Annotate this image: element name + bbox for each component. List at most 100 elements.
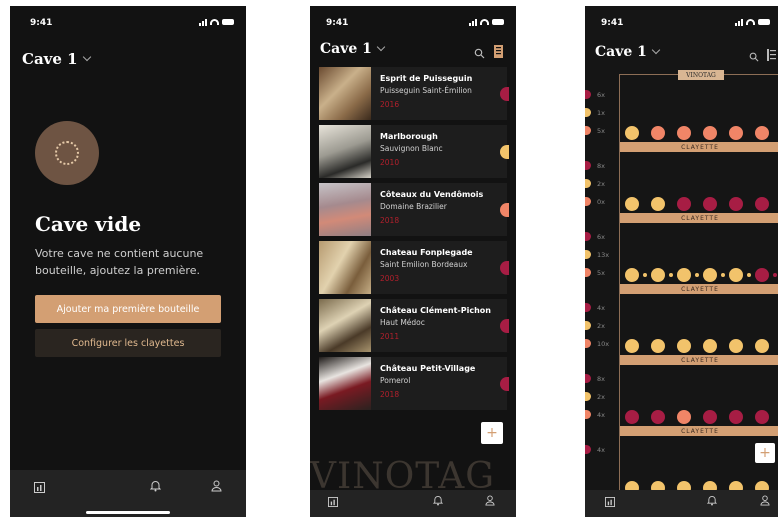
bottle-slot[interactable] (703, 197, 717, 211)
tab-notifications-bell-icon[interactable] (706, 495, 718, 509)
stock-count: 13x (597, 251, 610, 259)
wine-color-indicator (500, 261, 509, 275)
add-first-bottle-button[interactable]: Ajouter ma première bouteille (35, 295, 221, 323)
bottle-slot[interactable] (755, 410, 769, 424)
wine-row[interactable]: Château Clément-Pichon Haut Médoc 2011 (319, 299, 509, 352)
search-icon[interactable] (474, 44, 485, 63)
battery-icon (758, 19, 770, 25)
bottle-slot[interactable] (703, 268, 717, 282)
tab-cellar-icon[interactable] (328, 496, 338, 510)
bottle-slot[interactable] (703, 410, 717, 424)
bottle-slot[interactable] (677, 197, 691, 211)
bottle-slot[interactable] (625, 339, 639, 353)
wine-row[interactable]: Marlborough Sauvignon Blanc 2010 (319, 125, 509, 178)
stock-count: 8x (597, 375, 605, 383)
bottle-slot[interactable] (703, 339, 717, 353)
stock-count: 10x (597, 340, 610, 348)
stock-type-indicator (585, 374, 591, 383)
bottle-slot[interactable] (651, 339, 665, 353)
tab-profile-user-icon[interactable] (760, 495, 770, 509)
shelf-label[interactable]: CLAYETTE (620, 355, 778, 365)
bottle-slot[interactable] (651, 126, 665, 140)
wine-row[interactable]: Côteaux du Vendômois Domaine Brazilier 2… (319, 183, 509, 236)
tab-cellar-icon[interactable] (605, 496, 615, 510)
bottle-slot[interactable] (729, 268, 743, 282)
bottle-photo (319, 183, 371, 236)
wifi-icon (210, 19, 219, 25)
wine-year: 2003 (380, 274, 400, 283)
configure-shelves-button[interactable]: Configurer les clayettes (35, 329, 221, 357)
wine-year: 2018 (380, 216, 400, 225)
bottle-slot[interactable] (651, 410, 665, 424)
bottle-slot[interactable] (625, 268, 639, 282)
bottle-slot[interactable] (755, 126, 769, 140)
bottle-slot[interactable] (729, 410, 743, 424)
wine-year: 2010 (380, 158, 400, 167)
bottle-photo (319, 67, 371, 120)
stock-count: 0x (597, 198, 605, 206)
bottle-slot[interactable] (625, 126, 639, 140)
screen-rack-view: 9:41 Cave 1 VINOTAG 6x 1x 5x CLAYETTE 8x 2x 0x… (585, 6, 778, 517)
tab-notifications-bell-icon[interactable] (432, 495, 444, 509)
cellar-selector[interactable]: Cave 1 (22, 50, 91, 68)
stock-type-indicator (585, 179, 591, 188)
stock-count: 6x (597, 233, 605, 241)
add-bottle-button[interactable]: + (481, 422, 503, 444)
stock-count: 2x (597, 180, 605, 188)
stock-count: 2x (597, 322, 605, 330)
status-indicators (199, 18, 234, 26)
bottle-slot[interactable] (625, 197, 639, 211)
add-bottle-button[interactable]: + (755, 443, 775, 463)
tab-cellar-icon[interactable] (34, 482, 45, 496)
bottle-slot[interactable] (729, 126, 743, 140)
shelf-label[interactable]: CLAYETTE (620, 284, 778, 294)
rack-view-icon[interactable] (494, 43, 503, 62)
wine-year: 2018 (380, 390, 400, 399)
stock-type-indicator (585, 392, 591, 401)
bottle-slot[interactable] (755, 197, 769, 211)
search-icon[interactable] (749, 47, 759, 66)
wine-region: Haut Médoc (380, 318, 425, 327)
tab-profile-user-icon[interactable] (485, 495, 495, 509)
stock-count: 6x (597, 91, 605, 99)
cellar-selector[interactable]: Cave 1 (595, 44, 661, 60)
shelf-label[interactable]: CLAYETTE (620, 426, 778, 436)
stock-count: 5x (597, 127, 605, 135)
wine-region: Pomerol (380, 376, 411, 385)
bottle-slot[interactable] (755, 339, 769, 353)
bottle-slot[interactable] (651, 268, 665, 282)
wine-name: Côteaux du Vendômois (380, 190, 484, 199)
wine-color-indicator (500, 145, 509, 159)
shelf-label[interactable]: CLAYETTE (620, 213, 778, 223)
screen-empty-cellar: 9:41 Cave 1 Cave vide Votre cave ne cont… (10, 6, 246, 517)
bottle-slot[interactable] (625, 410, 639, 424)
bottle-photo (319, 241, 371, 294)
bottle-slot[interactable] (651, 197, 665, 211)
bottle-slot[interactable] (677, 268, 691, 282)
tab-notifications-bell-icon[interactable] (149, 480, 162, 495)
wine-row[interactable]: Château Petit-Village Pomerol 2018 (319, 357, 509, 410)
cellar-selector[interactable]: Cave 1 (320, 41, 386, 57)
wine-color-indicator (500, 203, 509, 217)
bottle-slot[interactable] (677, 410, 691, 424)
bottle-slot[interactable] (677, 126, 691, 140)
tab-bar (585, 490, 778, 517)
battery-icon (222, 19, 234, 25)
list-view-icon[interactable] (767, 46, 776, 65)
screen-wine-list: 9:41 Cave 1 Esprit de Puisseguin Puisseg… (310, 6, 516, 517)
chevron-down-icon (82, 52, 91, 62)
bottle-link-dot (643, 273, 647, 277)
bottle-photo (319, 357, 371, 410)
shelf-label[interactable]: CLAYETTE (620, 142, 778, 152)
bottle-slot[interactable] (677, 339, 691, 353)
bottle-slot[interactable] (755, 268, 769, 282)
tab-profile-user-icon[interactable] (211, 480, 222, 495)
wine-name: Château Petit-Village (380, 364, 476, 373)
bottle-slot[interactable] (729, 339, 743, 353)
signal-icon (469, 18, 477, 26)
wine-region: Domaine Brazilier (380, 202, 447, 211)
wine-row[interactable]: Chateau Fonplegade Saint Emilion Bordeau… (319, 241, 509, 294)
bottle-slot[interactable] (729, 197, 743, 211)
wine-row[interactable]: Esprit de Puisseguin Puisseguin Saint-Ém… (319, 67, 509, 120)
bottle-slot[interactable] (703, 126, 717, 140)
